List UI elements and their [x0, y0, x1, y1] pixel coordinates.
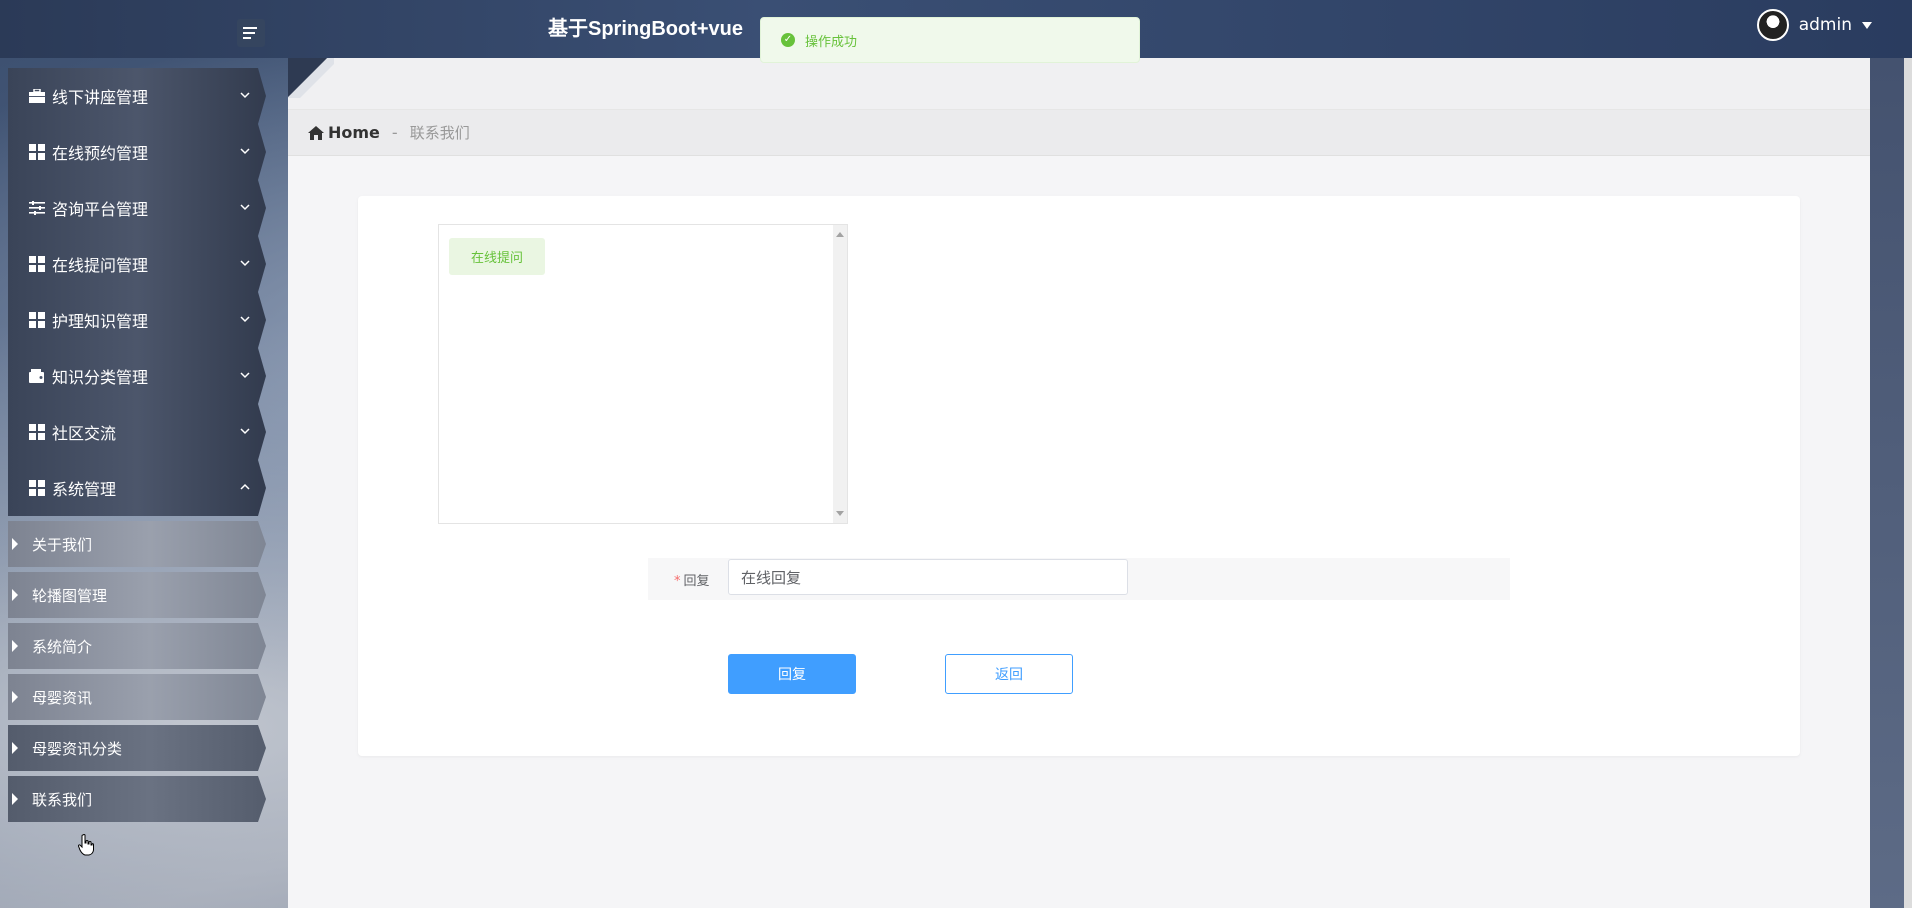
- sidebar-subitem-intro[interactable]: 系统简介: [8, 623, 266, 669]
- sidebar-item-label: 在线提问管理: [52, 256, 149, 275]
- sliders-icon: [28, 199, 46, 217]
- scroll-up-icon[interactable]: [836, 232, 844, 237]
- page-scrollbar[interactable]: [1904, 58, 1912, 908]
- sidebar-item-label: 咨询平台管理: [52, 200, 149, 219]
- success-toast: ✓ 操作成功: [760, 17, 1140, 63]
- chat-message: 在线提问: [449, 238, 546, 275]
- chevron-down-icon: [240, 92, 250, 99]
- home-icon: [308, 125, 324, 140]
- sidebar-item-label: 社区交流: [52, 424, 117, 443]
- sidebar: 线下讲座管理 在线预约管理 咨询平台管理 在线提问管理 护理知识管理 知识分类管: [0, 58, 288, 908]
- sidebar-item-question[interactable]: 在线提问管理: [8, 236, 266, 292]
- sidebar-item-consult[interactable]: 咨询平台管理: [8, 180, 266, 236]
- grid-icon: [28, 143, 46, 161]
- reply-input[interactable]: [728, 559, 1128, 595]
- grid-icon: [28, 255, 46, 273]
- page-curl-decoration: [288, 58, 334, 98]
- sidebar-item-nursing[interactable]: 护理知识管理: [8, 292, 266, 348]
- sidebar-subitem-label: 母婴资讯: [32, 688, 93, 707]
- required-mark: *: [674, 574, 681, 589]
- caret-right-icon: [12, 793, 18, 805]
- sidebar-item-label: 知识分类管理: [52, 368, 149, 387]
- sidebar-subitem-news[interactable]: 母婴资讯: [8, 674, 266, 720]
- briefcase-icon: [28, 87, 46, 105]
- sidebar-item-community[interactable]: 社区交流: [8, 404, 266, 460]
- menu-toggle-button[interactable]: [237, 19, 265, 47]
- reply-label: * 回复: [674, 570, 710, 589]
- sidebar-item-category[interactable]: 知识分类管理: [8, 348, 266, 404]
- sidebar-item-label: 系统管理: [52, 480, 117, 499]
- sidebar-subitem-label: 轮播图管理: [32, 586, 108, 605]
- breadcrumb-home-label: Home: [328, 123, 380, 142]
- sidebar-item-label: 线下讲座管理: [52, 88, 149, 107]
- hand-cursor-icon: [78, 834, 94, 856]
- username: admin: [1798, 15, 1852, 35]
- sidebar-subitem-carousel[interactable]: 轮播图管理: [8, 572, 266, 618]
- sidebar-subitem-news-category[interactable]: 母婴资讯分类: [8, 725, 266, 771]
- scroll-down-icon[interactable]: [836, 511, 844, 516]
- caret-right-icon: [12, 589, 18, 601]
- sidebar-subitem-label: 系统简介: [32, 637, 93, 656]
- chevron-down-icon: [240, 148, 250, 155]
- sidebar-item-lecture[interactable]: 线下讲座管理: [8, 68, 266, 124]
- avatar: [1756, 9, 1789, 41]
- breadcrumb-home[interactable]: Home: [308, 123, 380, 142]
- breadcrumb-separator: -: [391, 123, 398, 142]
- sidebar-subitem-label: 联系我们: [32, 790, 93, 809]
- wallet-icon: [28, 367, 46, 385]
- breadcrumb: Home - 联系我们: [288, 110, 1870, 156]
- grid-icon: [28, 479, 46, 497]
- breadcrumb-current: 联系我们: [409, 124, 470, 142]
- sidebar-subitem-label: 关于我们: [32, 535, 93, 554]
- chevron-down-icon: [240, 204, 250, 211]
- chevron-up-icon: [240, 483, 250, 490]
- reply-button[interactable]: 回复: [728, 654, 856, 694]
- check-circle-icon: ✓: [781, 33, 795, 47]
- chevron-down-icon: [240, 260, 250, 267]
- sidebar-item-label: 在线预约管理: [52, 144, 149, 163]
- reply-form-row: * 回复: [648, 558, 1510, 600]
- sidebar-subitem-label: 母婴资讯分类: [32, 739, 123, 758]
- back-button[interactable]: 返回: [945, 654, 1073, 694]
- chat-history[interactable]: 在线提问: [438, 224, 848, 524]
- chevron-down-icon: [240, 428, 250, 435]
- main-content: Home - 联系我们 在线提问 *回复 回复 返回: [288, 58, 1870, 908]
- reply-form-card: 在线提问 *回复 回复 返回: [358, 196, 1800, 756]
- sidebar-item-label: 护理知识管理: [52, 312, 149, 331]
- menu-collapse-icon: [243, 27, 257, 39]
- site-title: 基于SpringBoot+vue: [548, 18, 744, 40]
- chevron-down-icon: [240, 316, 250, 323]
- grid-icon: [28, 311, 46, 329]
- grid-icon: [28, 423, 46, 441]
- caret-right-icon: [12, 640, 18, 652]
- sidebar-item-system[interactable]: 系统管理: [8, 460, 266, 516]
- chat-scrollbar[interactable]: [833, 225, 847, 523]
- sidebar-subitem-about[interactable]: 关于我们: [8, 521, 266, 567]
- user-menu[interactable]: admin: [1756, 9, 1872, 41]
- caret-right-icon: [12, 538, 18, 550]
- caret-right-icon: [12, 691, 18, 703]
- reply-label-text: 回复: [683, 574, 710, 589]
- caret-right-icon: [12, 742, 18, 754]
- sidebar-subitem-contact[interactable]: 联系我们: [8, 776, 266, 822]
- toast-message: 操作成功: [805, 34, 858, 50]
- caret-down-icon: [1862, 21, 1872, 29]
- tags-bar: [288, 58, 1870, 110]
- sidebar-item-appointment[interactable]: 在线预约管理: [8, 124, 266, 180]
- chevron-down-icon: [240, 372, 250, 379]
